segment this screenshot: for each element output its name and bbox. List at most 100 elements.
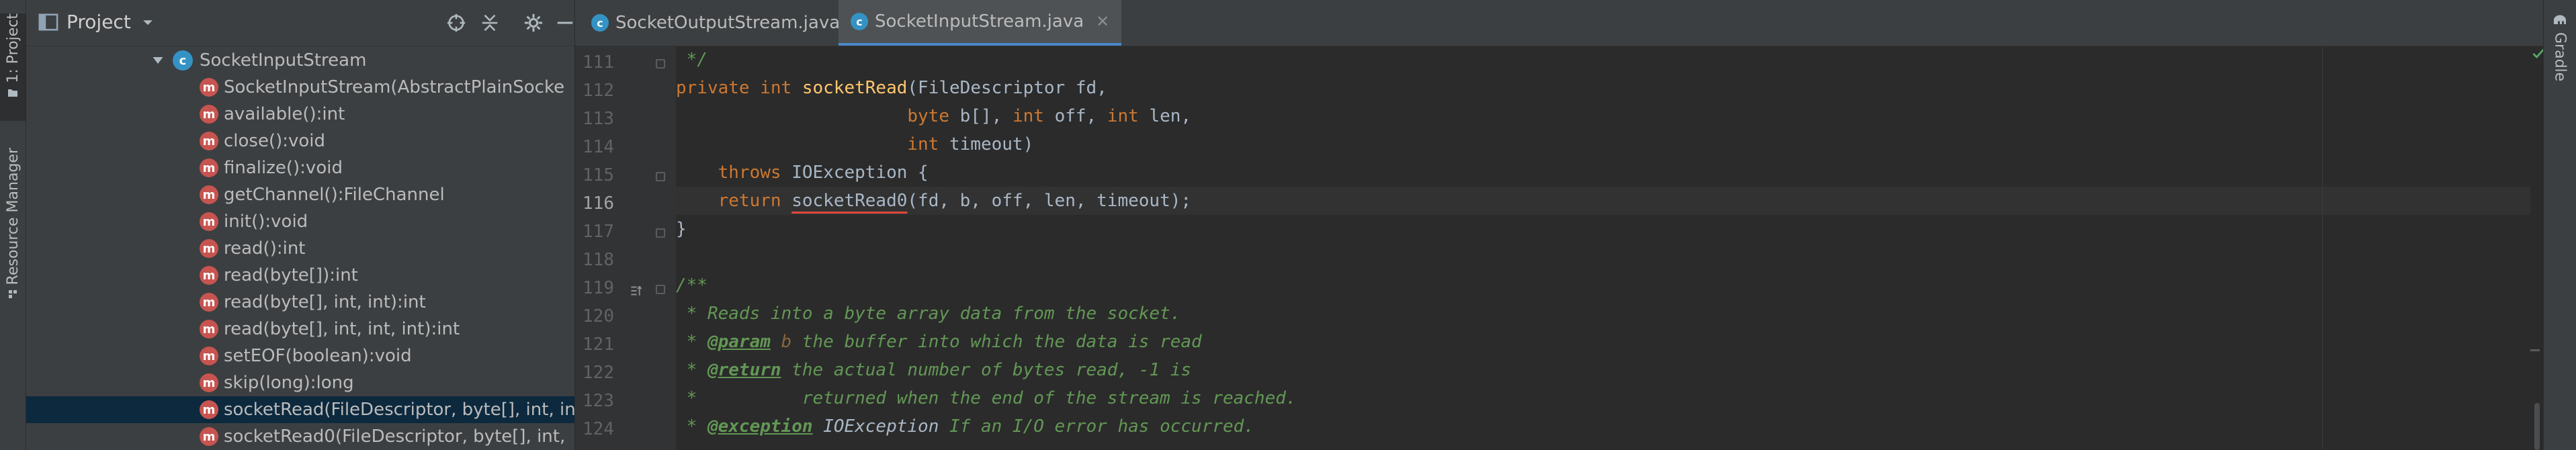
tree-member-label: read(byte[], int, int, int):int: [224, 319, 460, 339]
line-number: 113: [583, 109, 614, 129]
tree-member-item[interactable]: m read(byte[]):int: [26, 262, 574, 289]
line-number: 122: [583, 363, 614, 383]
code-text: (FileDescriptor fd,: [907, 78, 1107, 98]
project-view-icon: [38, 13, 58, 31]
method-icon: m: [200, 266, 218, 285]
doc-comment: *: [676, 416, 707, 437]
locate-file-button[interactable]: [443, 9, 470, 36]
method-icon: m: [200, 185, 218, 204]
method-icon: m: [200, 78, 218, 97]
tree-member-label: close():void: [224, 131, 326, 151]
overridden-method-icon[interactable]: [630, 285, 645, 297]
tree-member-label: socketRead0(FileDescriptor, byte[], int,: [224, 426, 566, 447]
tree-member-label: read(byte[]):int: [224, 265, 358, 285]
method-icon: m: [200, 427, 218, 446]
gradle-tab-label: Gradle: [2551, 32, 2569, 82]
line-number: 118: [583, 250, 614, 270]
tree-member-item[interactable]: m skip(long):long: [26, 369, 574, 396]
class-file-icon: c: [851, 13, 868, 30]
doc-comment: the buffer into which the data is read: [791, 332, 1202, 352]
code-area[interactable]: */ private int socketRead(FileDescriptor…: [676, 46, 2530, 450]
javadoc-type: IOException: [812, 416, 939, 437]
method-icon: m: [200, 293, 218, 312]
tree-member-item[interactable]: m SocketInputStream(AbstractPlainSocke: [26, 74, 574, 101]
method-icon: m: [200, 320, 218, 339]
code-text: len,: [1149, 106, 1192, 126]
tree-member-item[interactable]: m finalize():void: [26, 154, 574, 181]
expand-arrow-icon[interactable]: [151, 54, 165, 67]
keyword: int: [1012, 106, 1055, 126]
tree-member-item[interactable]: m setEOF(boolean):void: [26, 343, 574, 369]
tab-socket-input-stream[interactable]: c SocketInputStream.java ✕: [839, 0, 1122, 46]
vertical-scrollbar[interactable]: [2534, 403, 2540, 450]
line-number-current: 116: [583, 193, 614, 214]
folder-icon: [8, 89, 17, 97]
tree-member-item[interactable]: m socketRead0(FileDescriptor, byte[], int…: [26, 423, 574, 450]
fold-marker[interactable]: [656, 228, 665, 238]
code-line: private int socketRead(FileDescriptor fd…: [676, 74, 2530, 102]
line-number: 112: [583, 81, 614, 101]
fold-marker[interactable]: [656, 172, 665, 181]
doc-comment: If an I/O error has occurred.: [939, 416, 1254, 437]
tree-member-label: setEOF(boolean):void: [224, 346, 412, 366]
left-tool-strip: 1: Project Resource Manager: [0, 0, 26, 450]
project-tool-tab[interactable]: 1: Project: [0, 13, 26, 121]
code-text: (fd, b, off, len, timeout);: [907, 191, 1192, 211]
method-icon: m: [200, 105, 218, 124]
tree-member-item[interactable]: m getChannel():FileChannel: [26, 181, 574, 208]
fold-marker[interactable]: [656, 59, 665, 69]
tab-label: SocketInputStream.java: [875, 11, 1084, 32]
editor-tab-bar: c SocketOutputStream.java ✕ c SocketInpu…: [575, 0, 2544, 46]
tree-member-label: socketRead(FileDescriptor, byte[], int, …: [224, 400, 574, 420]
project-panel-header: Project: [26, 0, 574, 46]
line-number: 111: [583, 52, 614, 73]
collapse-all-button[interactable]: [476, 9, 503, 36]
code-line: }: [676, 215, 2530, 243]
tree-member-item[interactable]: m read(byte[], int, int):int: [26, 289, 574, 316]
resource-manager-tool-tab[interactable]: Resource Manager: [0, 148, 26, 316]
chevron-down-icon: [142, 19, 153, 25]
doc-comment: *: [676, 332, 707, 352]
line-number: 115: [583, 165, 614, 185]
code-text: }: [676, 219, 687, 239]
project-view-selector[interactable]: Project: [38, 11, 155, 33]
tree-member-item[interactable]: m init():void: [26, 208, 574, 235]
resource-manager-tab-label: Resource Manager: [4, 148, 22, 285]
tab-socket-output-stream[interactable]: c SocketOutputStream.java ✕: [579, 0, 877, 46]
tree-member-label: read():int: [224, 238, 306, 259]
code-line: * @return the actual number of bytes rea…: [676, 356, 2530, 384]
code-text: off,: [1054, 106, 1107, 126]
tree-member-item[interactable]: m read():int: [26, 235, 574, 262]
tree-node-class[interactable]: c SocketInputStream: [26, 47, 574, 74]
tree-member-label: getChannel():FileChannel: [224, 185, 445, 205]
tree-member-item-selected[interactable]: m socketRead(FileDescriptor, byte[], int,…: [26, 396, 574, 423]
code-line: int timeout): [676, 130, 2530, 159]
tree-member-item[interactable]: m close():void: [26, 128, 574, 154]
project-panel-title: Project: [67, 11, 131, 33]
right-tool-strip: Gradle: [2543, 0, 2576, 450]
gradle-tool-tab[interactable]: Gradle: [2544, 13, 2576, 81]
fold-marker[interactable]: [656, 285, 665, 294]
doc-comment: * Reads into a byte array data from the …: [676, 304, 1181, 324]
class-file-icon: c: [591, 14, 609, 32]
hide-panel-button[interactable]: [552, 9, 574, 36]
method-icon: m: [200, 212, 218, 231]
tree-member-label: skip(long):long: [224, 373, 354, 393]
minimize-icon: [557, 21, 573, 24]
editor-gutter: 111 112 113 114 115 116 117 118 119 120 …: [575, 46, 676, 450]
error-stripe-mark[interactable]: [2530, 349, 2540, 351]
panel-settings-button[interactable]: [520, 9, 547, 36]
keyword: int: [1107, 106, 1150, 126]
crosshair-icon: [447, 13, 466, 32]
close-icon[interactable]: ✕: [1096, 12, 1109, 31]
tree-member-item[interactable]: m read(byte[], int, int, int):int: [26, 316, 574, 343]
method-icon: m: [200, 159, 218, 177]
tree-member-item[interactable]: m available():int: [26, 101, 574, 128]
javadoc-tag: @exception: [707, 416, 813, 437]
tree-member-label: SocketInputStream(AbstractPlainSocke: [224, 77, 565, 97]
code-line: * @exception IOException If an I/O error…: [676, 412, 2530, 441]
tree-member-label: init():void: [224, 212, 308, 232]
method-call-error[interactable]: socketRead0: [791, 191, 907, 211]
method-icon: m: [200, 400, 218, 419]
code-editor: c SocketOutputStream.java ✕ c SocketInpu…: [575, 0, 2544, 450]
